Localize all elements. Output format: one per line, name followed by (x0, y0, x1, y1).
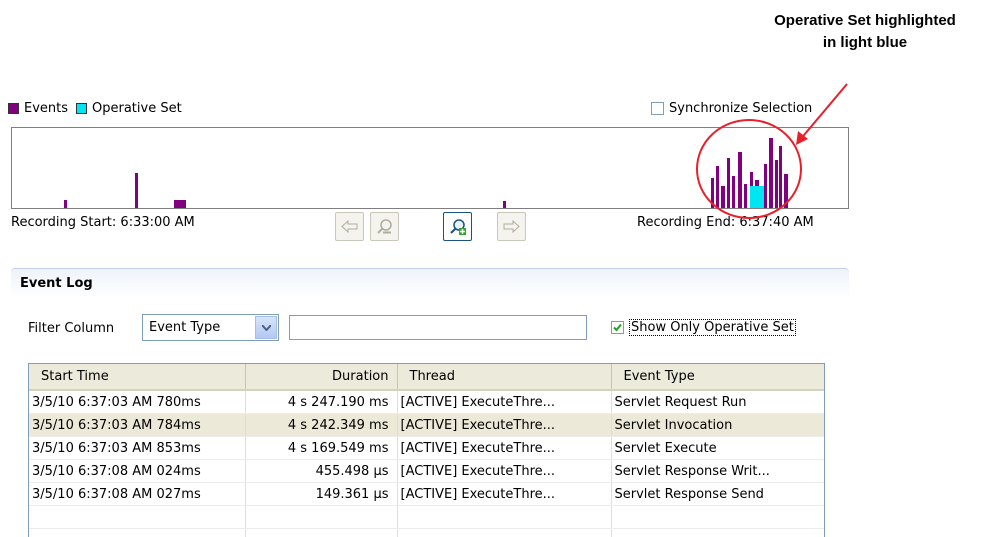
recording-start-label: Recording Start: 6:33:00 AM (11, 215, 195, 230)
events-swatch-icon (8, 103, 19, 114)
event-bar (716, 166, 719, 208)
event-bar (779, 146, 782, 208)
cell-duration: 4 s 247.190 ms (245, 390, 398, 414)
synchronize-selection[interactable]: Synchronize Selection (651, 101, 812, 116)
filter-column-value: Event Type (149, 320, 221, 335)
column-header-start-time[interactable]: Start Time (29, 364, 246, 391)
cell-start-time: 3/5/10 6:37:03 AM 853ms (29, 436, 246, 460)
event-bar (727, 158, 730, 208)
event-bar (744, 184, 747, 208)
empty-cell (245, 528, 398, 537)
legend-item-operative-set: Operative Set (76, 101, 182, 116)
empty-cell (611, 505, 824, 529)
event-bar (732, 176, 735, 208)
event-bar (721, 186, 725, 208)
column-header-duration[interactable]: Duration (245, 364, 398, 391)
operative-set-swatch-icon (76, 103, 88, 114)
cell-thread: [ACTIVE] ExecuteThre... (397, 413, 612, 437)
forward-arrow-icon (503, 220, 520, 233)
legend-item-events: Events (8, 101, 68, 116)
event-bar (64, 200, 67, 208)
chevron-down-icon[interactable] (255, 316, 277, 339)
legend-label-events: Events (24, 101, 69, 116)
event-log-header (11, 268, 849, 298)
zoom-out-button[interactable] (370, 212, 399, 241)
event-bar (764, 164, 767, 208)
empty-row (29, 528, 824, 537)
table-row[interactable]: 3/5/10 6:37:03 AM 853ms 4 s 169.549 ms [… (29, 436, 824, 460)
column-header-event-type[interactable]: Event Type (611, 364, 824, 391)
event-bar (784, 174, 788, 208)
cell-thread: [ACTIVE] ExecuteThre... (397, 459, 612, 483)
zoom-out-icon (376, 218, 392, 234)
timeline-histogram (64, 138, 788, 208)
event-log-title: Event Log (20, 276, 93, 291)
synchronize-selection-label: Synchronize Selection (669, 101, 813, 116)
event-bar (503, 201, 506, 208)
pan-right-button[interactable] (497, 212, 526, 241)
event-bar (135, 173, 138, 208)
event-bar (775, 160, 778, 208)
zoom-in-icon (449, 218, 466, 235)
table-header-row: Start Time Duration Thread Event Type (29, 364, 824, 391)
table-row[interactable]: 3/5/10 6:37:03 AM 784ms 4 s 242.349 ms [… (29, 413, 824, 437)
table-row[interactable]: 3/5/10 6:37:08 AM 027ms 149.361 µs [ACTI… (29, 482, 824, 506)
cell-event-type: Servlet Response Send (611, 482, 824, 506)
pan-left-button[interactable] (335, 212, 364, 241)
table-row[interactable]: 3/5/10 6:37:08 AM 024ms 455.498 µs [ACTI… (29, 459, 824, 483)
back-arrow-icon (341, 220, 358, 233)
event-log-table: Start Time Duration Thread Event Type 3/… (28, 363, 825, 537)
cell-event-type: Servlet Invocation (611, 413, 824, 437)
cell-duration: 4 s 169.549 ms (245, 436, 398, 460)
show-only-operative-set[interactable]: Show Only Operative Set (611, 319, 796, 336)
event-bar (174, 200, 186, 208)
filter-column-select[interactable]: Event Type (142, 314, 279, 341)
event-bar (711, 178, 714, 208)
annotation-callout: Operative Set highlighted in light blue (735, 10, 995, 54)
empty-cell (397, 528, 612, 537)
cell-event-type: Servlet Response Writ... (611, 459, 824, 483)
show-only-operative-set-label: Show Only Operative Set (629, 319, 796, 336)
check-icon (613, 323, 622, 332)
cell-start-time: 3/5/10 6:37:03 AM 780ms (29, 390, 246, 414)
cell-start-time: 3/5/10 6:37:08 AM 027ms (29, 482, 246, 506)
event-bar (738, 152, 742, 208)
synchronize-selection-checkbox[interactable] (651, 102, 664, 115)
cell-event-type: Servlet Execute (611, 436, 824, 460)
recording-end-label: Recording End: 6:37:40 AM (637, 215, 814, 230)
cell-duration: 149.361 µs (245, 482, 398, 506)
empty-row (29, 505, 824, 529)
show-only-operative-set-checkbox[interactable] (611, 321, 624, 334)
timeline-legend: Events Operative Set (8, 101, 190, 116)
annotation-line-2: in light blue (822, 34, 908, 51)
cell-start-time: 3/5/10 6:37:08 AM 024ms (29, 459, 246, 483)
column-header-thread[interactable]: Thread (397, 364, 612, 391)
empty-cell (29, 528, 246, 537)
table-row[interactable]: 3/5/10 6:37:03 AM 780ms 4 s 247.190 ms [… (29, 390, 824, 414)
zoom-in-button[interactable] (443, 212, 472, 241)
cell-event-type: Servlet Request Run (611, 390, 824, 414)
event-timeline[interactable] (11, 127, 849, 209)
cell-duration: 4 s 242.349 ms (245, 413, 398, 437)
legend-label-operative-set: Operative Set (92, 101, 182, 116)
empty-cell (245, 505, 398, 529)
annotation-line-1: Operative Set highlighted (774, 12, 956, 29)
cell-thread: [ACTIVE] ExecuteThre... (397, 482, 612, 506)
cell-duration: 455.498 µs (245, 459, 398, 483)
empty-cell (397, 505, 612, 529)
empty-cell (29, 505, 246, 529)
filter-column-label: Filter Column (28, 321, 115, 336)
empty-cell (611, 528, 824, 537)
cell-start-time: 3/5/10 6:37:03 AM 784ms (29, 413, 246, 437)
event-bar (769, 138, 773, 208)
operative-set-bar (750, 186, 764, 208)
cell-thread: [ACTIVE] ExecuteThre... (397, 436, 612, 460)
filter-text-input[interactable] (289, 315, 587, 340)
cell-thread: [ACTIVE] ExecuteThre... (397, 390, 612, 414)
